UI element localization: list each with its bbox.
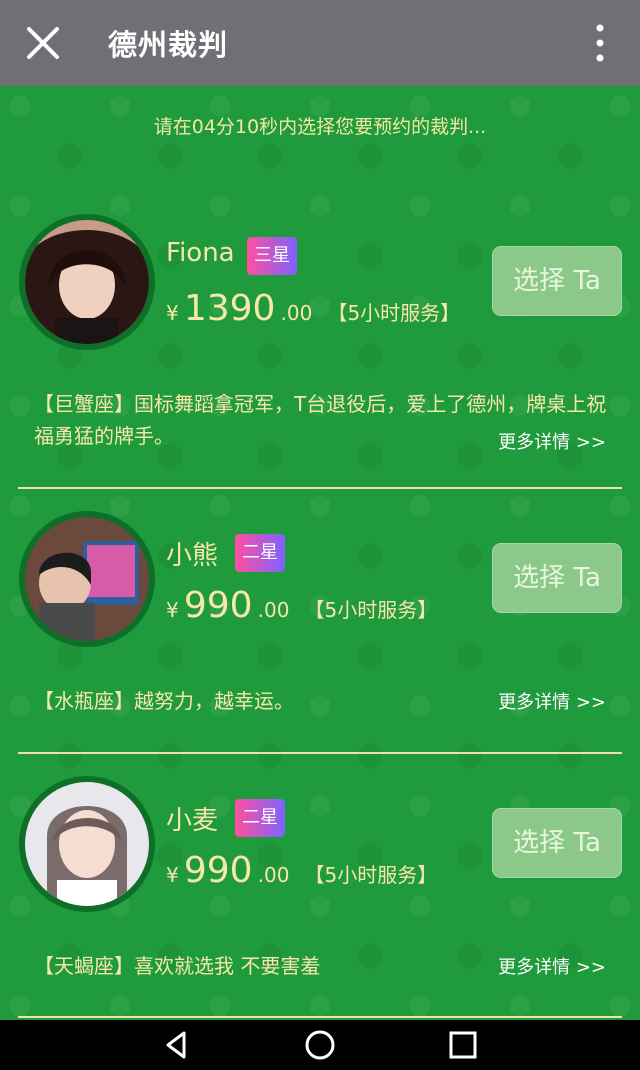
avatar-photo [25, 517, 149, 641]
top-bar: 德州裁判 [0, 0, 640, 86]
avatar [19, 214, 155, 350]
price-main: 1390 [183, 288, 276, 329]
price-decimal: .00 [280, 301, 313, 325]
select-button[interactable]: 选择 Ta [492, 808, 622, 878]
currency-symbol: ¥ [166, 598, 179, 622]
currency-symbol: ¥ [166, 863, 179, 887]
select-button[interactable]: 选择 Ta [492, 246, 622, 316]
more-details-link[interactable]: 更多详情 >> [498, 953, 606, 979]
avatar [19, 776, 155, 912]
recent-square-icon[interactable] [446, 1028, 480, 1062]
price-decimal: .00 [257, 598, 290, 622]
referee-card: 小熊 二星 ¥ 990 .00 【5小时服务】 选择 Ta 【水瓶座】越努力，越… [0, 383, 640, 713]
referee-name: 小麦 [166, 806, 219, 836]
referee-card: 小麦 二星 ¥ 990 .00 【5小时服务】 选择 Ta 【天蝎座】喜欢就选我… [0, 648, 640, 978]
service-duration: 【5小时服务】 [304, 863, 438, 887]
select-button[interactable]: 选择 Ta [492, 543, 622, 613]
divider [18, 1016, 622, 1018]
price-decimal: .00 [257, 863, 290, 887]
service-duration: 【5小时服务】 [327, 301, 461, 325]
referee-list[interactable]: 请在04分10秒内选择您要预约的裁判... Fiona 三星 ¥ 1390 .0… [0, 86, 640, 1020]
avatar [19, 511, 155, 647]
price: ¥ 990 .00 【5小时服务】 [166, 850, 437, 891]
back-triangle-icon[interactable] [160, 1028, 194, 1062]
referee-name: 小熊 [166, 541, 219, 571]
price-main: 990 [183, 585, 253, 626]
currency-symbol: ¥ [166, 301, 179, 325]
referee-card: Fiona 三星 ¥ 1390 .00 【5小时服务】 选择 Ta 【巨蟹座】国… [0, 86, 640, 453]
price: ¥ 1390 .00 【5小时服务】 [166, 288, 460, 329]
android-navigation-bar [0, 1020, 640, 1070]
star-badge: 二星 [235, 534, 285, 572]
service-duration: 【5小时服务】 [304, 598, 438, 622]
price-main: 990 [183, 850, 253, 891]
price: ¥ 990 .00 【5小时服务】 [166, 585, 437, 626]
avatar-photo [25, 220, 149, 344]
close-icon[interactable] [22, 22, 64, 64]
referee-name: Fiona [166, 238, 235, 268]
page-title: 德州裁判 [108, 28, 229, 62]
more-vertical-icon[interactable] [590, 22, 610, 64]
star-badge: 二星 [235, 799, 285, 837]
star-badge: 三星 [247, 237, 297, 275]
avatar-photo [25, 782, 149, 906]
home-circle-icon[interactable] [303, 1028, 337, 1062]
